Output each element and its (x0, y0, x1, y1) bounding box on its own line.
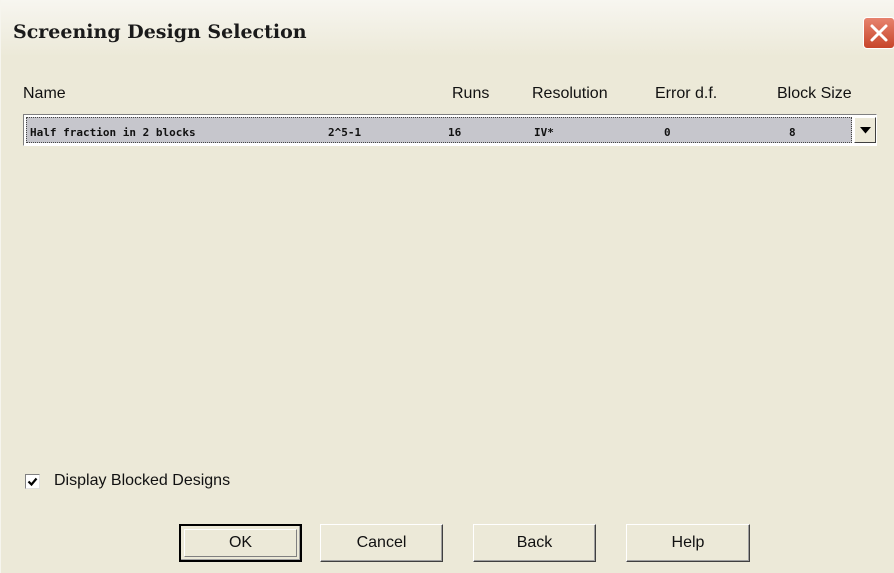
column-header-block-size: Block Size (777, 85, 852, 102)
design-block-size: 8 (789, 126, 796, 139)
close-button[interactable] (863, 17, 894, 49)
cancel-button[interactable]: Cancel (320, 524, 443, 562)
ok-label: OK (228, 534, 253, 551)
back-button[interactable]: Back (473, 524, 596, 562)
display-blocked-label[interactable]: Display Blocked Designs (54, 472, 230, 490)
help-button[interactable]: Help (626, 524, 750, 562)
back-label: Back (516, 534, 553, 551)
dropdown-button[interactable] (854, 117, 876, 143)
column-header-runs: Runs (452, 85, 490, 102)
design-name: Half fraction in 2 blocks (30, 126, 196, 139)
window-title: Screening Design Selection (13, 21, 307, 43)
close-icon (870, 24, 888, 42)
screening-design-dialog: Screening Design Selection Name Runs Res… (0, 0, 894, 573)
design-resolution: IV* (534, 126, 554, 139)
help-label: Help (671, 534, 705, 551)
display-blocked-checkbox[interactable] (25, 474, 40, 489)
ok-button[interactable]: OK (179, 524, 302, 562)
cancel-label: Cancel (356, 534, 407, 551)
selected-design-row[interactable]: Half fraction in 2 blocks 2^5-1 16 IV* 0… (26, 117, 852, 143)
title-bar[interactable]: Screening Design Selection (1, 0, 894, 57)
chevron-down-icon (860, 127, 871, 134)
column-header-resolution: Resolution (532, 85, 608, 102)
design-error-df: 0 (664, 126, 671, 139)
design-runs: 16 (448, 126, 462, 139)
design-select[interactable]: Half fraction in 2 blocks 2^5-1 16 IV* 0… (23, 114, 877, 146)
column-header-error-df: Error d.f. (655, 85, 718, 102)
design-notation: 2^5-1 (328, 126, 362, 139)
column-header-name: Name (23, 85, 66, 102)
checkmark-icon (27, 477, 38, 487)
